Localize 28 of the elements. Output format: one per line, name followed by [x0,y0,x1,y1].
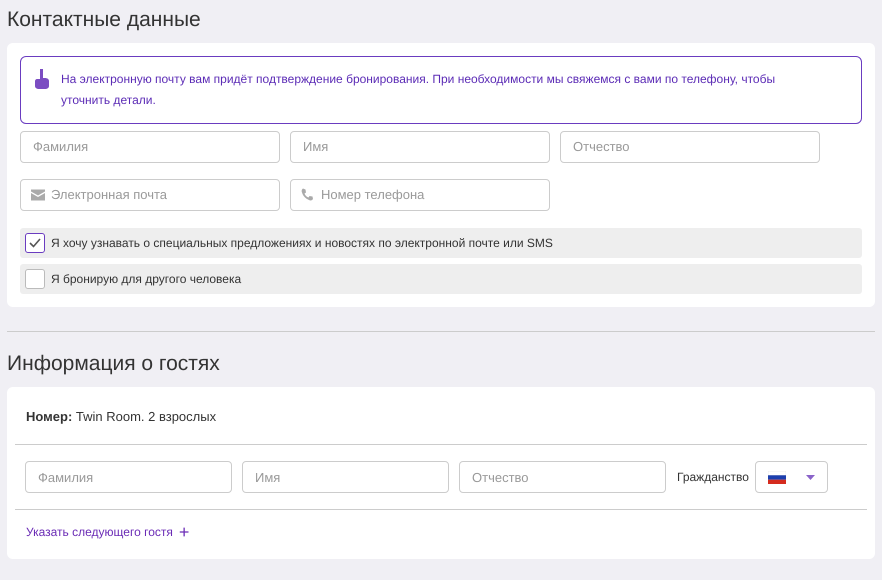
checkbox[interactable] [25,268,45,288]
notice-text: На электронную почту вам придёт подтверждение бронирования. При необходимости мы свяжемся с вами по телефону, чтобы уточнить детали. [61,71,776,109]
check-icon [29,238,41,248]
checkbox-row[interactable]: Я хочу узнавать о специальных предложениях и новостях по электронной почте или SMS [20,228,862,258]
pointing-hand-icon [35,69,49,89]
room-info: Номер: Twin Room. 2 взрослых [25,408,218,426]
citizenship-label: Гражданство [677,469,749,486]
section-title: Информация о гостях [7,350,221,376]
citizenship-select[interactable] [754,461,828,493]
checkbox-row[interactable]: Я бронирую для другого человека [20,264,862,294]
flag-icon [768,470,786,484]
plus-icon: + [178,523,190,541]
envelope-icon [31,189,45,200]
input-field[interactable]: Фамилия [20,130,280,162]
checkbox-label: Я хочу узнавать о специальных предложениях и новостях по электронной почте или SMS [51,234,553,252]
input-field[interactable]: Электронная почта [20,178,280,210]
input-field[interactable]: Отчество [560,130,820,162]
caret-icon [806,474,815,480]
phone-icon [301,188,313,201]
input-field[interactable]: Имя [290,130,550,162]
input-field[interactable]: Отчество [459,461,666,493]
input-field[interactable]: Фамилия [25,461,232,493]
section-title: Контактные данные [7,7,202,33]
checkbox[interactable] [25,232,45,252]
checkbox-label: Я бронирую для другого человека [51,270,242,288]
input-field[interactable]: Номер телефона [290,178,550,210]
input-field[interactable]: Имя [242,461,449,493]
add-guest-link[interactable]: Указать следующего гостя + [26,523,190,541]
